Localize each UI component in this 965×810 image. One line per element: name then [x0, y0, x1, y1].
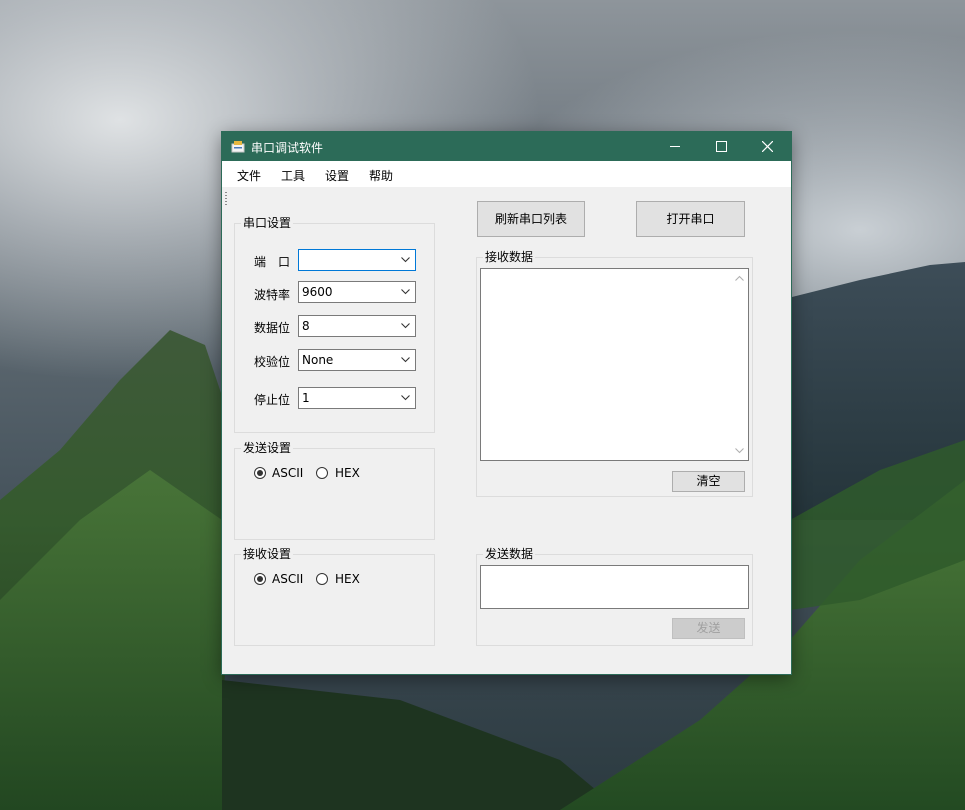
chevron-down-icon [401, 395, 410, 401]
port-combo[interactable] [298, 249, 416, 271]
minimize-icon [670, 146, 680, 147]
receive-data-title: 接收数据 [483, 250, 536, 264]
open-port-button[interactable]: 打开串口 [636, 201, 745, 237]
send-data-title: 发送数据 [483, 547, 536, 561]
parity-value: None [302, 353, 334, 367]
scroll-up-icon [735, 275, 744, 281]
send-textbox[interactable] [480, 565, 749, 609]
receive-ascii-label[interactable]: ASCII [272, 572, 303, 586]
minimize-button[interactable] [653, 132, 699, 161]
chevron-down-icon [401, 323, 410, 329]
databits-label: 数据位 [254, 321, 291, 335]
chevron-down-icon [401, 257, 410, 263]
parity-combo[interactable]: None [298, 349, 416, 371]
baud-combo[interactable]: 9600 [298, 281, 416, 303]
port-settings-title: 串口设置 [241, 216, 294, 230]
port-settings-group: 串口设置 端 口 波特率 9600 数据位 8 校验位 None 停止位 1 [234, 216, 435, 433]
send-hex-label[interactable]: HEX [335, 466, 360, 480]
window-title: 串口调试软件 [251, 141, 324, 155]
maximize-button[interactable] [699, 132, 745, 161]
stopbits-label: 停止位 [254, 393, 291, 407]
app-icon [231, 141, 245, 153]
databits-combo[interactable]: 8 [298, 315, 416, 337]
title-bar[interactable]: 串口调试软件 [222, 132, 791, 161]
send-ascii-radio[interactable] [254, 467, 266, 479]
port-label: 端 口 [254, 255, 291, 269]
send-button[interactable]: 发送 [672, 618, 745, 639]
receive-settings-title: 接收设置 [241, 547, 294, 561]
baud-value: 9600 [302, 285, 333, 299]
receive-scrollbar[interactable] [731, 269, 748, 460]
close-button[interactable] [745, 132, 791, 161]
menu-settings[interactable]: 设置 [325, 167, 349, 184]
receive-hex-radio[interactable] [316, 573, 328, 585]
scroll-down-icon [735, 448, 744, 454]
menu-bar: 文件 工具 设置 帮助 [222, 161, 791, 187]
clear-button[interactable]: 清空 [672, 471, 745, 492]
toolstrip-grip[interactable] [225, 192, 227, 206]
databits-value: 8 [302, 319, 310, 333]
menu-help[interactable]: 帮助 [369, 167, 393, 184]
receive-ascii-radio[interactable] [254, 573, 266, 585]
refresh-ports-button[interactable]: 刷新串口列表 [477, 201, 585, 237]
app-window: 串口调试软件 文件 工具 设置 帮助 串口设置 端 口 波特率 9600 数据位… [222, 132, 791, 674]
receive-hex-label[interactable]: HEX [335, 572, 360, 586]
stopbits-value: 1 [302, 391, 310, 405]
send-settings-group: 发送设置 ASCII HEX [234, 441, 435, 540]
receive-settings-group: 接收设置 ASCII HEX [234, 547, 435, 646]
receive-data-group: 接收数据 清空 [476, 250, 753, 497]
receive-textbox[interactable] [480, 268, 749, 461]
chevron-down-icon [401, 289, 410, 295]
stopbits-combo[interactable]: 1 [298, 387, 416, 409]
maximize-icon [716, 141, 727, 152]
menu-tools[interactable]: 工具 [281, 167, 305, 184]
close-icon [762, 141, 773, 152]
baud-label: 波特率 [254, 288, 291, 302]
send-ascii-label[interactable]: ASCII [272, 466, 303, 480]
send-hex-radio[interactable] [316, 467, 328, 479]
chevron-down-icon [401, 357, 410, 363]
menu-file[interactable]: 文件 [237, 167, 261, 184]
send-settings-title: 发送设置 [241, 441, 294, 455]
parity-label: 校验位 [254, 355, 291, 369]
send-data-group: 发送数据 发送 [476, 547, 753, 646]
